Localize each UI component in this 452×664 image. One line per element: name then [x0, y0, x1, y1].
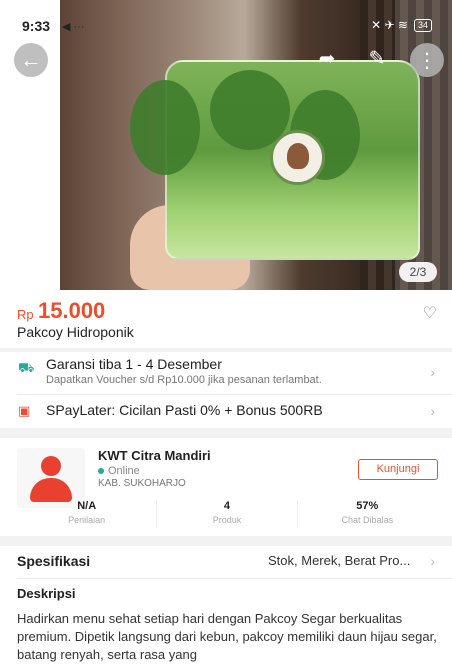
product-name: Pakcoy Hidroponik: [17, 324, 134, 340]
row-divider: [17, 578, 452, 579]
shop-avatar[interactable]: [17, 448, 85, 508]
section-divider: [0, 536, 452, 546]
shop-stat-chat: 57% Chat Dibalas: [298, 500, 437, 528]
battery-icon: 34: [413, 18, 432, 32]
description-title: Deskripsi: [17, 586, 76, 601]
shop-status-text: Online: [108, 465, 140, 477]
section-divider: [0, 348, 452, 352]
chevron-right-icon: ›: [430, 364, 435, 380]
arrow-left-icon: ←: [20, 47, 42, 72]
shop-name[interactable]: KWT Citra Mandiri: [98, 448, 211, 463]
photo-product-label: [270, 130, 325, 185]
spec-title: Spesifikasi: [17, 553, 91, 569]
status-nav-glyphs: ◀ ···: [62, 21, 85, 33]
shop-stats: N/A Penilaian 4 Produk 57% Chat Dibalas: [17, 500, 437, 528]
user-icon-body: [30, 478, 72, 502]
product-image-gallery[interactable]: 9:33 ◀ ··· ✕ ✈ ≋ 34 ← ➦ ✎ ⋮ 2/3: [0, 0, 452, 290]
edit-button[interactable]: ✎: [362, 46, 392, 74]
photo-leaf: [130, 80, 200, 175]
shop-online-status: Online: [98, 465, 140, 477]
more-icon: ⋮: [417, 49, 437, 72]
image-counter: 2/3: [399, 262, 437, 282]
status-time: 9:33: [22, 18, 51, 34]
product-photo[interactable]: [60, 0, 452, 290]
shop-stat-products: 4 Produk: [157, 500, 298, 528]
product-price: 15.000: [38, 298, 106, 323]
chevron-right-icon: ›: [430, 403, 435, 419]
shipping-subtitle: Dapatkan Voucher s/d Rp10.000 jika pesan…: [46, 374, 322, 386]
shipping-title: Garansi tiba 1 - 4 Desember: [46, 356, 222, 372]
more-button[interactable]: ⋮: [410, 43, 444, 77]
section-divider: [0, 428, 452, 438]
description-text: Hadirkan menu sehat setiap hari dengan P…: [17, 611, 437, 662]
online-dot-icon: [98, 468, 104, 475]
price-row: Rp 15.000 ♡: [17, 295, 437, 325]
share-icon: ➦: [318, 48, 336, 70]
chevron-right-icon: ›: [430, 553, 435, 569]
stat-value: 4: [223, 500, 231, 512]
visit-shop-button[interactable]: Kunjungi: [358, 459, 438, 480]
spaylater-icon: ▣: [18, 403, 31, 418]
stat-value: 57%: [356, 500, 379, 512]
share-button[interactable]: ➦: [312, 46, 342, 74]
user-icon-head: [41, 456, 61, 476]
status-icons: ✕ ✈ ≋ 34: [371, 18, 432, 32]
stat-label: Chat Dibalas: [341, 515, 394, 525]
stat-label: Penilaian: [68, 515, 106, 525]
spec-summary: Stok, Merek, Berat Pro...: [268, 553, 411, 568]
status-connectivity-icons: ✕ ✈ ≋: [371, 18, 408, 32]
back-button[interactable]: ←: [14, 43, 48, 77]
spaylater-title: SPayLater: Cicilan Pasti 0% + Bonus 500R…: [46, 402, 323, 418]
stat-label: Produk: [212, 515, 242, 525]
truck-icon: ⛟: [18, 360, 35, 375]
price-currency: Rp: [17, 307, 34, 322]
row-divider: [17, 394, 452, 395]
shop-stat-rating: N/A Penilaian: [17, 500, 158, 528]
stat-value: N/A: [77, 500, 97, 512]
status-bar: 9:33 ◀ ··· ✕ ✈ ≋ 34: [0, 0, 452, 34]
heart-icon[interactable]: ♡: [423, 303, 437, 323]
shop-location: KAB. SUKOHARJO: [98, 478, 186, 489]
edit-icon: ✎: [368, 48, 386, 70]
